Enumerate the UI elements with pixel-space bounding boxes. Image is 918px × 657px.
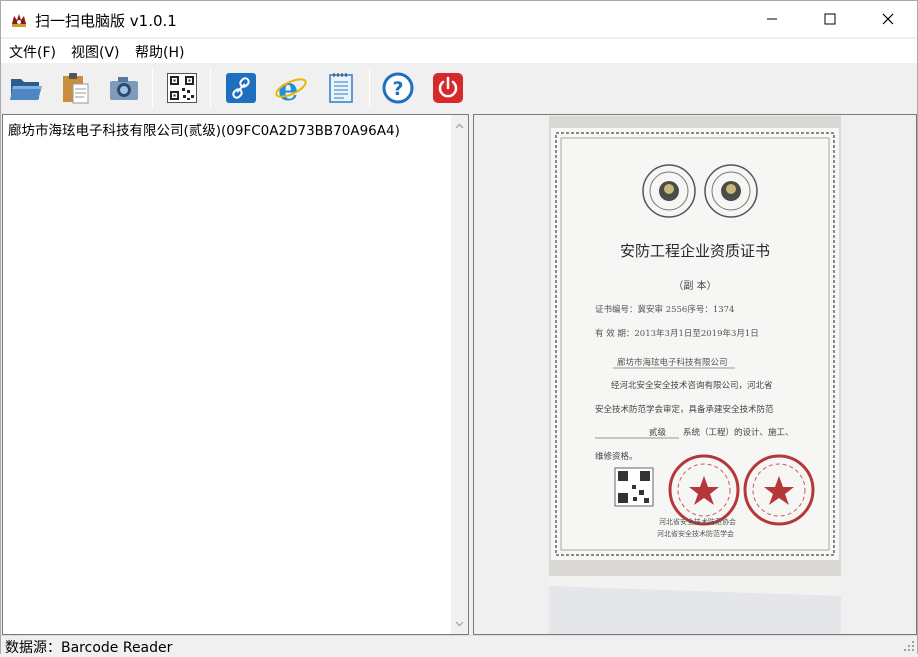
notepad-button[interactable] [323,70,359,106]
power-icon [433,73,463,103]
help-button[interactable]: ? [380,70,416,106]
cert-copy-label: （副 本） [673,279,716,292]
maximize-button[interactable] [801,1,859,37]
certificate-photo: 安防工程企业资质证书 （副 本） 证书编号：冀安审 2556序号：1374 有 … [549,116,841,634]
camera-button[interactable] [106,70,142,106]
toolbar-separator [152,68,153,108]
cert-title: 安防工程企业资质证书 [620,242,770,260]
camera-icon [110,77,138,100]
app-window: 扫一扫电脑版 v1.0.1 文件(F) 视图(V) 帮助(H) e ? 廊坊市海… [0,0,918,656]
cert-body-line: 安全技术防范学会审定，具备承建安全技术防范 [595,404,774,415]
notepad-icon [329,73,353,103]
scroll-down-button[interactable] [451,615,468,632]
open-folder-icon [10,79,42,100]
toolbar: e ? [1,64,917,112]
image-preview-pane: 安防工程企业资质证书 （副 本） 证书编号：冀安审 2556序号：1374 有 … [473,114,917,635]
result-text: 廊坊市海玹电子科技有限公司(贰级)(09FC0A2D73BB70A96A4) [8,123,400,139]
internet-explorer-icon: e [275,72,307,104]
link-button[interactable] [223,70,259,106]
paste-icon [63,73,89,104]
status-text: 数据源：Barcode Reader [5,640,173,656]
resize-grip-icon[interactable] [903,640,915,652]
menu-help[interactable]: 帮助(H) [135,42,184,62]
cert-qr-code-icon [614,467,654,507]
cert-grade: 贰级 [649,427,667,438]
link-icon [226,73,256,103]
svg-text:?: ? [392,78,403,100]
qr-code-icon [167,73,197,103]
open-button[interactable] [8,70,44,106]
cert-company: 廊坊市海玹电子科技有限公司 [617,357,728,368]
scroll-up-button[interactable] [451,117,468,134]
close-icon [882,13,894,25]
cert-body-line: 系统（工程）的设计、施工、 [683,427,794,438]
help-icon: ? [382,72,414,104]
status-bar: 数据源：Barcode Reader [1,635,917,656]
toolbar-separator [369,68,370,108]
cert-issuer: 河北省安全技术防范学会 [657,529,734,538]
qr-scan-button[interactable] [164,70,200,106]
app-logo-icon [12,14,26,27]
chevron-up-icon [455,123,464,128]
cert-number: 证书编号：冀安审 2556序号：1374 [595,304,734,315]
cert-issuer: 河北省安全技术防范协会 [659,517,736,526]
window-title: 扫一扫电脑版 v1.0.1 [35,12,177,30]
menu-file[interactable]: 文件(F) [9,42,56,62]
menu-bar: 文件(F) 视图(V) 帮助(H) [1,39,917,63]
vertical-scrollbar[interactable] [451,115,468,634]
minimize-icon [767,18,777,20]
cert-body-line: 维修资格。 [595,451,638,462]
minimize-button[interactable] [743,1,801,37]
scanned-image: 安防工程企业资质证书 （副 本） 证书编号：冀安审 2556序号：1374 有 … [549,116,841,634]
browser-button[interactable]: e [273,70,309,106]
paste-button[interactable] [57,70,93,106]
cert-body-line: 经河北安全安全技术咨询有限公司，河北省 [611,380,773,391]
exit-button[interactable] [430,70,466,106]
menu-view[interactable]: 视图(V) [71,42,120,62]
maximize-icon [824,13,836,25]
title-bar[interactable]: 扫一扫电脑版 v1.0.1 [1,1,917,37]
result-textbox[interactable]: 廊坊市海玹电子科技有限公司(贰级)(09FC0A2D73BB70A96A4) [2,114,469,635]
toolbar-separator [210,68,211,108]
chevron-down-icon [455,621,464,626]
close-button[interactable] [859,1,917,37]
cert-validity: 有 效 期：2013年3月1日至2019年3月1日 [595,328,759,339]
